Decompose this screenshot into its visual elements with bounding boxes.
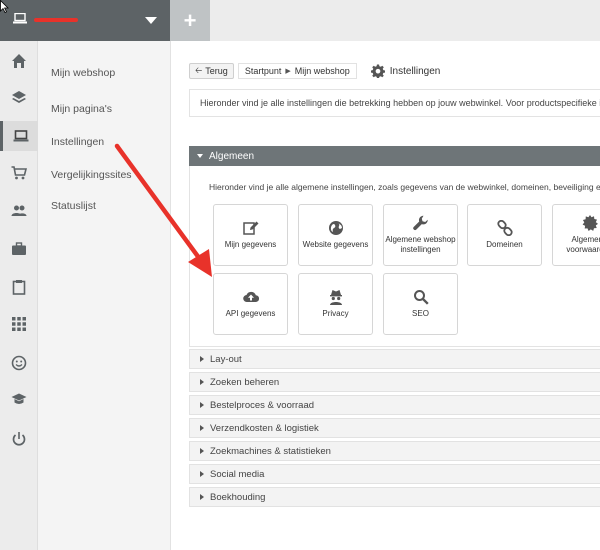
caret-right-icon xyxy=(200,471,204,477)
submenu-item-statuslijst[interactable]: Statuslijst xyxy=(51,200,96,212)
rail-laptop[interactable] xyxy=(0,121,38,151)
caret-right-icon: ▶ xyxy=(285,68,291,75)
tile-seo[interactable]: SEO xyxy=(383,273,458,335)
rail-users[interactable] xyxy=(0,196,38,226)
accordion-algemeen-body: Hieronder vind je alle algemene instelli… xyxy=(189,166,600,347)
tile-label: Algemene webshop instellingen xyxy=(385,235,456,254)
tile-privacy[interactable]: Privacy xyxy=(298,273,373,335)
accordion-algemeen-label: Algemeen xyxy=(209,150,255,162)
accordion-label: Lay-out xyxy=(210,353,242,365)
settings-submenu: Mijn webshop Mijn pagina's Instellingen … xyxy=(38,41,171,550)
wrench-icon xyxy=(412,215,428,231)
accordion-algemeen-header[interactable]: Algemeen xyxy=(189,146,600,166)
breadcrumb-start[interactable]: Startpunt xyxy=(245,66,282,76)
gear-icon xyxy=(370,64,385,78)
back-label: Terug xyxy=(205,66,228,76)
tile-label: Privacy xyxy=(322,309,349,318)
submenu-item-vergelijkingssites[interactable]: Vergelijkingssites xyxy=(51,169,132,181)
accordion-label: Verzendkosten & logistiek xyxy=(210,422,319,434)
rail-smiley[interactable] xyxy=(0,348,38,378)
info-text: Hieronder vind je alle instellingen die … xyxy=(189,89,600,117)
power-icon xyxy=(12,432,26,446)
graduation-cap-icon xyxy=(11,393,27,404)
submenu-item-instellingen[interactable]: Instellingen xyxy=(51,136,104,148)
accordion-label: Bestelproces & voorraad xyxy=(210,399,315,411)
tile-label: Algemene voorwaarden xyxy=(566,235,600,254)
accordion-zoeken-beheren[interactable]: Zoeken beheren xyxy=(189,372,600,392)
tile-algemene-webshop-instellingen[interactable]: Algemene webshop instellingen xyxy=(383,204,458,266)
accordion-lay-out[interactable]: Lay-out xyxy=(189,349,600,369)
tile-label: Domeinen xyxy=(486,240,523,249)
accordion-label: Zoeken beheren xyxy=(210,376,280,388)
layers-icon xyxy=(12,91,26,103)
users-icon xyxy=(11,205,27,216)
link-icon xyxy=(496,220,513,236)
accordion-label: Zoekmachines & statistieken xyxy=(210,445,331,457)
edit-icon xyxy=(242,221,258,235)
tile-label: SEO xyxy=(412,309,429,318)
caret-right-icon xyxy=(200,494,204,500)
accordion-bestelproces-voorraad[interactable]: Bestelproces & voorraad xyxy=(189,395,600,415)
rail-education[interactable] xyxy=(0,384,38,414)
apps-grid-icon xyxy=(12,317,26,331)
laptop-icon xyxy=(13,130,28,142)
caret-right-icon xyxy=(200,379,204,385)
accordion-label: Boekhouding xyxy=(210,491,266,503)
top-bar: Webshop + xyxy=(0,0,600,41)
rail-apps[interactable] xyxy=(0,309,38,339)
redaction-mark xyxy=(34,18,78,22)
caret-down-icon[interactable] xyxy=(145,17,157,24)
submenu-item-mijn-webshop[interactable]: Mijn webshop xyxy=(51,67,115,79)
rail-cart[interactable] xyxy=(0,158,38,188)
tile-label: Website gegevens xyxy=(302,240,369,249)
search-icon xyxy=(413,290,429,305)
rail-power[interactable] xyxy=(0,424,38,454)
smiley-icon xyxy=(11,355,27,371)
clipboard-icon xyxy=(12,280,26,295)
shop-selector[interactable]: Webshop xyxy=(0,0,170,41)
breadcrumb-trail: Startpunt ▶ Mijn webshop xyxy=(237,63,357,79)
main-content: 🡠 Terug Startpunt ▶ Mijn webshop Instell… xyxy=(171,41,600,550)
page-title-label: Instellingen xyxy=(389,65,441,77)
tile-website-gegevens[interactable]: Website gegevens xyxy=(298,204,373,266)
caret-right-icon xyxy=(200,402,204,408)
add-button[interactable]: + xyxy=(170,0,210,41)
laptop-icon xyxy=(13,13,27,24)
rail-home[interactable] xyxy=(0,46,38,76)
rail-briefcase[interactable] xyxy=(0,234,38,264)
caret-right-icon xyxy=(200,356,204,362)
breadcrumb: 🡠 Terug Startpunt ▶ Mijn webshop Instell… xyxy=(189,63,440,79)
globe-icon xyxy=(328,221,343,235)
accordion-label: Social media xyxy=(210,468,265,480)
caret-right-icon xyxy=(200,425,204,431)
breadcrumb-shop[interactable]: Mijn webshop xyxy=(295,66,350,76)
accordion-zoekmachines-statistieken[interactable]: Zoekmachines & statistieken xyxy=(189,441,600,461)
accordion-social-media[interactable]: Social media xyxy=(189,464,600,484)
arrow-left-icon: 🡠 xyxy=(195,65,203,75)
briefcase-icon xyxy=(12,242,26,255)
submenu-item-mijn-paginas[interactable]: Mijn pagina's xyxy=(51,103,112,115)
tile-domeinen[interactable]: Domeinen xyxy=(467,204,542,266)
caret-down-icon xyxy=(197,154,203,158)
icon-rail xyxy=(0,41,38,550)
back-button[interactable]: 🡠 Terug xyxy=(189,63,234,79)
tile-algemene-voorwaarden[interactable]: Algemene voorwaarden xyxy=(552,204,600,266)
accordion-verzendkosten-logistiek[interactable]: Verzendkosten & logistiek xyxy=(189,418,600,438)
panel-intro-text: Hieronder vind je alle algemene instelli… xyxy=(209,182,600,192)
rail-layers[interactable] xyxy=(0,83,38,113)
tile-label: Mijn gegevens xyxy=(224,240,277,249)
tile-mijn-gegevens[interactable]: Mijn gegevens xyxy=(213,204,288,266)
spy-icon xyxy=(329,290,342,305)
page-title: Instellingen xyxy=(370,64,441,78)
caret-right-icon xyxy=(200,448,204,454)
tile-label: API gegevens xyxy=(225,309,276,318)
cart-icon xyxy=(11,166,27,180)
tile-api-gegevens[interactable]: API gegevens xyxy=(213,273,288,335)
rail-clipboard[interactable] xyxy=(0,272,38,302)
home-icon xyxy=(12,54,26,68)
accordion-boekhouding[interactable]: Boekhouding xyxy=(189,487,600,507)
mouse-cursor-icon xyxy=(0,0,9,13)
badge-icon xyxy=(582,215,598,231)
cloud-upload-icon xyxy=(242,291,259,303)
